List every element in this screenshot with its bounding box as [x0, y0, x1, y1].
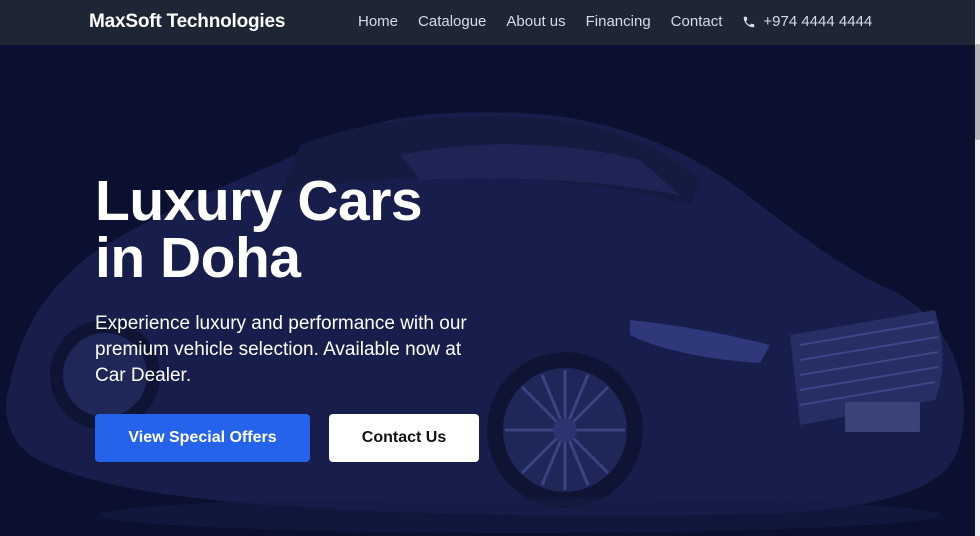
phone-number: +974 4444 4444	[763, 13, 873, 30]
scrollbar-thumb[interactable]	[975, 44, 980, 140]
view-special-offers-button[interactable]: View Special Offers	[95, 414, 310, 462]
brand-logo-text[interactable]: MaxSoft Technologies	[89, 11, 285, 33]
nav-link-home[interactable]: Home	[358, 13, 398, 30]
contact-us-button[interactable]: Contact Us	[329, 414, 479, 462]
nav-links: Home Catalogue About us Financing Contac…	[358, 13, 872, 30]
nav-link-catalogue[interactable]: Catalogue	[418, 13, 486, 30]
nav-phone[interactable]: +974 4444 4444	[742, 13, 872, 30]
hero-title-line1: Luxury Cars	[95, 169, 423, 233]
nav-link-about[interactable]: About us	[506, 13, 565, 30]
page-scrollbar[interactable]	[975, 0, 980, 536]
navbar: MaxSoft Technologies Home Catalogue Abou…	[0, 0, 975, 45]
nav-link-contact[interactable]: Contact	[671, 13, 723, 30]
hero-section: Luxury Cars in Doha Experience luxury an…	[0, 45, 975, 536]
car-background-image	[6, 112, 964, 533]
hero-subtitle: Experience luxury and performance with o…	[95, 313, 467, 386]
hero-title: Luxury Cars in Doha	[95, 169, 423, 290]
nav-link-financing[interactable]: Financing	[586, 13, 651, 30]
phone-icon	[744, 16, 755, 27]
hero-title-line2: in Doha	[95, 226, 301, 290]
